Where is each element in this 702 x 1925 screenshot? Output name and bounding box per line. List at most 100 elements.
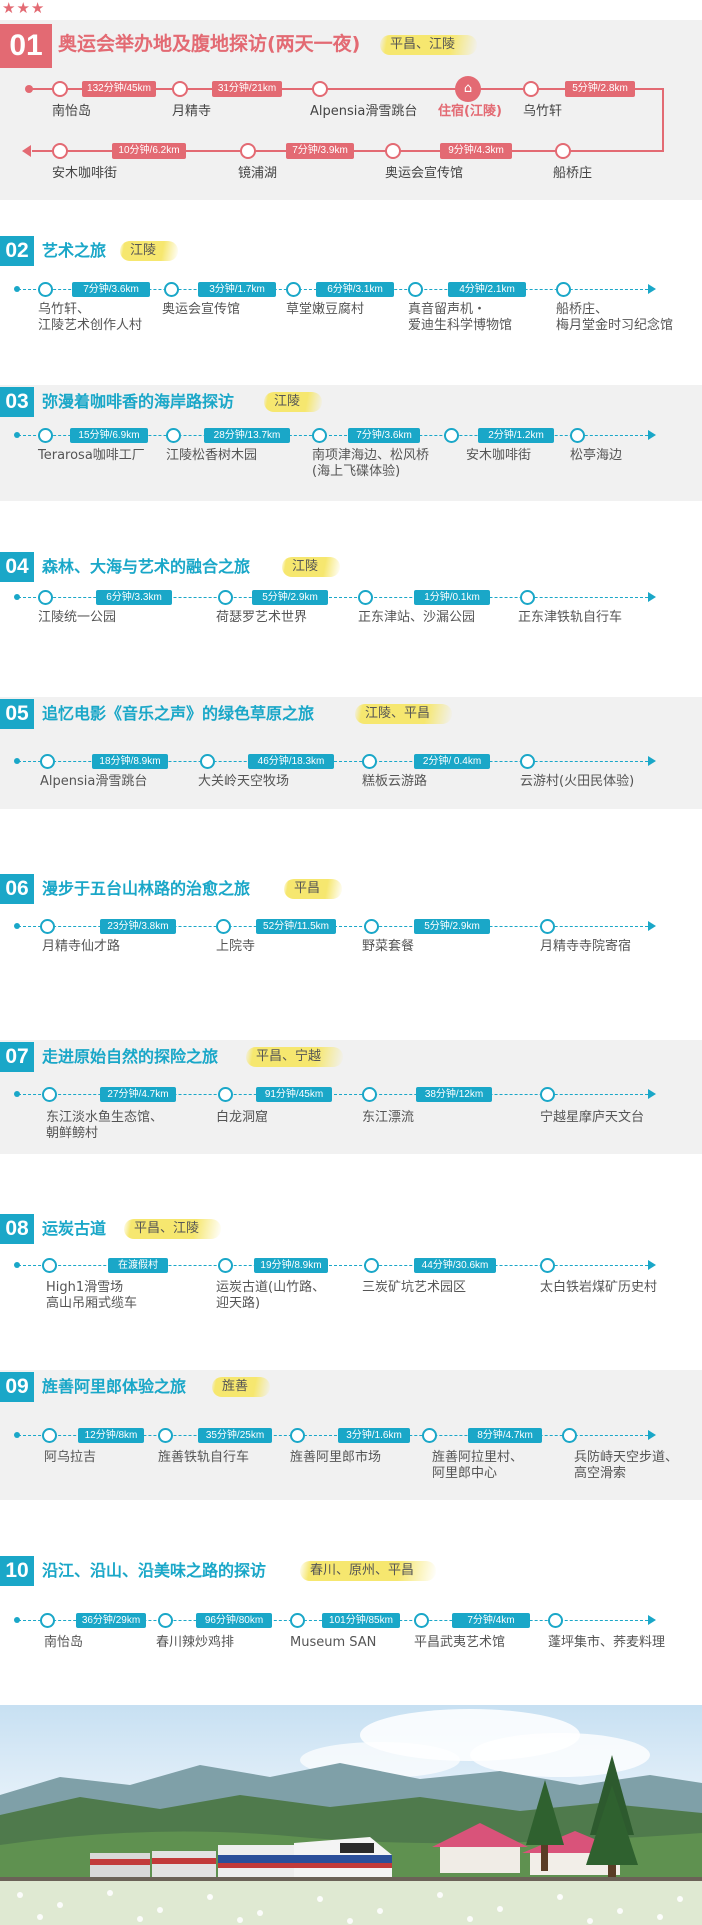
stop-label: 平昌武夷艺术馆 xyxy=(414,1635,506,1650)
stop-marker xyxy=(444,428,459,443)
distance-pill: 52分钟/11.5km xyxy=(256,919,336,934)
route-10: 10 沿江、沿山、沿美味之路的探访 春川、原州、平昌 南怡岛 36分钟/29km… xyxy=(0,1552,702,1672)
stop-label: 荷瑟罗艺术世界 xyxy=(216,610,308,625)
route-number: 02 xyxy=(0,236,34,266)
route-title: 弥漫着咖啡香的海岸路探访 xyxy=(42,392,235,411)
stop-marker xyxy=(562,1428,577,1443)
route-number: 04 xyxy=(0,552,34,582)
region-tag: 江陵 xyxy=(282,557,341,577)
stop-marker xyxy=(42,1428,57,1443)
stop-marker xyxy=(540,919,555,934)
distance-pill: 5分钟/2.8km xyxy=(565,81,635,97)
stop-marker xyxy=(166,428,181,443)
stop-label: 安木咖啡街 xyxy=(52,166,118,181)
distance-pill: 7分钟/3.6km xyxy=(72,282,150,297)
region-tag: 平昌、江陵 xyxy=(124,1219,222,1239)
stop-label: 东江漂流 xyxy=(362,1110,415,1125)
stop-marker xyxy=(40,919,55,934)
distance-pill: 7分钟/3.6km xyxy=(348,428,420,443)
arrow-right-icon xyxy=(648,756,656,766)
route-number: 03 xyxy=(0,387,34,417)
route-number: 01 xyxy=(0,24,52,68)
stop-marker xyxy=(38,590,53,605)
stop-marker xyxy=(240,143,256,159)
stop-marker xyxy=(364,1258,379,1273)
stop-marker xyxy=(408,282,423,297)
stop-label: 正东津铁轨自行车 xyxy=(518,610,623,625)
route-number: 10 xyxy=(0,1556,34,1586)
stop-marker xyxy=(158,1613,173,1628)
stop-marker xyxy=(540,1087,555,1102)
stop-label: 镜浦湖 xyxy=(238,166,278,181)
route-title: 走进原始自然的探险之旅 xyxy=(42,1047,219,1066)
distance-pill: 8分钟/4.7km xyxy=(468,1428,542,1443)
stop-label: 月精寺仙才路 xyxy=(42,939,121,954)
stop-marker xyxy=(362,1087,377,1102)
arrow-right-icon xyxy=(648,1260,656,1270)
stop-label: 运炭古道(山竹路、 迎天路) xyxy=(216,1280,326,1311)
stop-marker xyxy=(548,1613,563,1628)
stop-marker xyxy=(523,81,539,97)
region-tag: 春川、原州、平昌 xyxy=(300,1561,437,1581)
stop-label: High1滑雪场 高山吊厢式缆车 xyxy=(46,1280,138,1311)
stop-label: Museum SAN xyxy=(290,1635,377,1650)
stop-label: 乌竹轩 xyxy=(523,104,563,119)
stop-label: 旌善铁轨自行车 xyxy=(158,1450,250,1465)
region-tag: 江陵 xyxy=(120,241,179,261)
rating-stars: ★★★ xyxy=(2,0,46,17)
stop-label: 正东津站、沙漏公园 xyxy=(358,610,476,625)
stop-marker xyxy=(218,1087,233,1102)
stop-label: 大关岭天空牧场 xyxy=(198,774,290,789)
route-title: 沿江、沿山、沿美味之路的探访 xyxy=(42,1561,267,1580)
arrow-right-icon xyxy=(648,284,656,294)
route-number: 09 xyxy=(0,1372,34,1402)
stop-marker xyxy=(164,282,179,297)
stop-label: 真音留声机・ 爱迪生科学博物馆 xyxy=(408,302,513,333)
stop-label: 野菜套餐 xyxy=(362,939,415,954)
region-tag: 江陵、平昌 xyxy=(355,704,453,724)
stop-label: 上院寺 xyxy=(216,939,256,954)
region-tag: 旌善 xyxy=(212,1377,271,1397)
distance-pill: 1分钟/0.1km xyxy=(414,590,490,605)
stop-marker xyxy=(38,428,53,443)
arrow-left-icon xyxy=(22,145,31,157)
stop-marker xyxy=(364,919,379,934)
stop-label: Terarosa咖啡工厂 xyxy=(38,448,145,463)
arrow-right-icon xyxy=(648,1615,656,1625)
stop-marker xyxy=(290,1613,305,1628)
stop-marker xyxy=(290,1428,305,1443)
distance-pill: 18分钟/8.9km xyxy=(92,754,168,769)
distance-pill: 12分钟/8km xyxy=(78,1428,144,1443)
stop-label: Alpensia滑雪跳台 xyxy=(40,774,148,789)
stop-marker xyxy=(520,754,535,769)
arrow-right-icon xyxy=(648,430,656,440)
distance-pill: 6分钟/3.3km xyxy=(96,590,172,605)
route-08: 08 运炭古道 平昌、江陵 High1滑雪场 高山吊厢式缆车 在渡假村 运炭古道(… xyxy=(0,1210,702,1326)
distance-pill: 27分钟/4.7km xyxy=(100,1087,176,1102)
stop-marker xyxy=(218,590,233,605)
stop-label: 月精寺 xyxy=(172,104,212,119)
region-tag: 平昌、江陵 xyxy=(380,35,478,55)
route-line-connector xyxy=(662,88,664,151)
stop-label: 安木咖啡街 xyxy=(466,448,532,463)
distance-pill: 15分钟/6.9km xyxy=(70,428,148,443)
distance-pill: 4分钟/2.1km xyxy=(448,282,526,297)
distance-pill: 46分钟/18.3km xyxy=(248,754,334,769)
stop-label: 月精寺寺院寄宿 xyxy=(540,939,632,954)
distance-pill: 19分钟/8.9km xyxy=(254,1258,328,1273)
stop-marker xyxy=(414,1613,429,1628)
stop-label: 春川辣炒鸡排 xyxy=(156,1635,235,1650)
distance-pill: 9分钟/4.3km xyxy=(440,143,512,159)
stop-label: Alpensia滑雪跳台 xyxy=(310,104,418,119)
stop-marker xyxy=(556,282,571,297)
distance-pill: 132分钟/45km xyxy=(82,81,156,97)
stop-marker xyxy=(362,754,377,769)
stop-label: 江陵松香树木园 xyxy=(166,448,258,463)
distance-pill: 38分钟/12km xyxy=(416,1087,492,1102)
stop-marker xyxy=(286,282,301,297)
stop-label: 南项津海边、松风桥 (海上飞碟体验) xyxy=(312,448,430,479)
stop-marker xyxy=(38,282,53,297)
route-title: 追忆电影《音乐之声》的绿色草原之旅 xyxy=(42,704,315,723)
hotel-icon: ⌂ xyxy=(455,76,481,102)
stop-label: 奥运会宣传馆 xyxy=(385,166,464,181)
